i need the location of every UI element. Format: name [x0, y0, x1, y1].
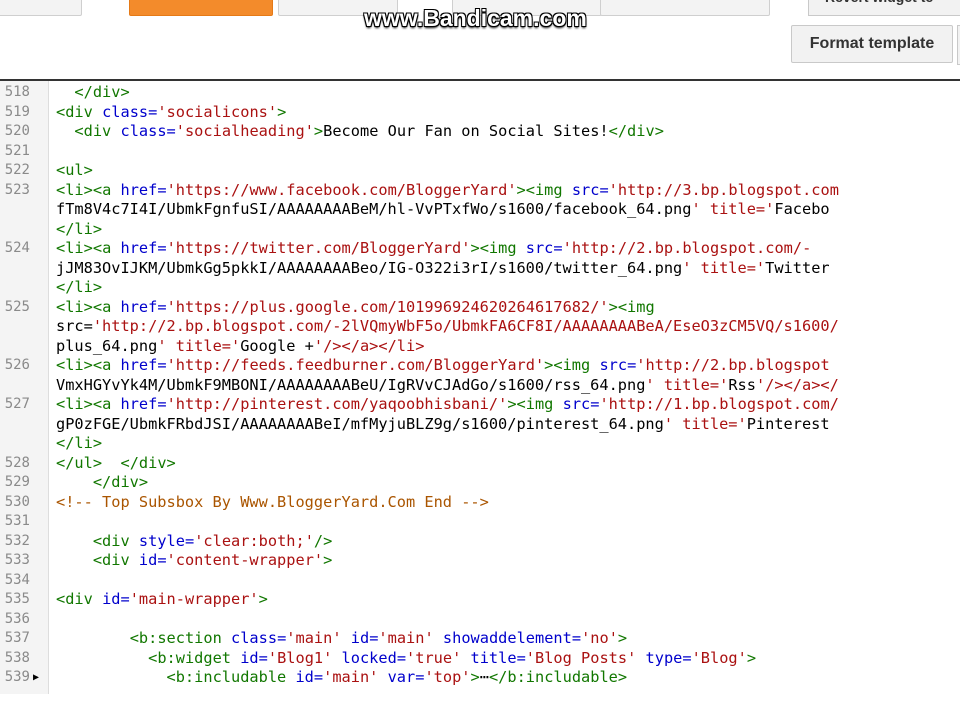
code-line[interactable]: 528 </ul> </div>: [0, 454, 960, 474]
line-number: 538: [4, 649, 30, 666]
line-number: 522: [4, 162, 30, 178]
fold-arrow-icon[interactable]: ▶: [33, 668, 39, 688]
code-text: VmxHGYvYk4M/UbmkF9MBONI/AAAAAAAABeU/IgRV…: [56, 375, 839, 394]
code-text: plus_64.png' title='Google +'/></a></li>: [56, 336, 425, 355]
code-line[interactable]: 529 </div>: [0, 473, 960, 493]
line-number: 537: [4, 630, 30, 646]
code-text: </li>: [56, 278, 103, 296]
code-line[interactable]: 523 <li><a href='https://www.facebook.com…: [0, 181, 960, 201]
save-template-button[interactable]: [129, 0, 273, 16]
code-line[interactable]: 520 <div class='socialheading'>Become Ou…: [0, 122, 960, 142]
toolbar: Revert widget te Format template www.Ban…: [0, 0, 960, 80]
code-line[interactable]: VmxHGYvYk4M/UbmkF9MBONI/AAAAAAAABeU/IgRV…: [0, 376, 960, 396]
code-line[interactable]: 536: [0, 610, 960, 630]
code-text: <b:section class='main' id='main' showad…: [129, 629, 628, 647]
code-line[interactable]: 535 <div id='main-wrapper'>: [0, 590, 960, 610]
code-text: <li><a href='http://feeds.feedburner.com…: [56, 356, 830, 374]
code-text: src='http://2.bp.blogspot.com/-2lVQmyWbF…: [56, 317, 839, 335]
code-text: fTm8V4c7I4I/UbmkFgnfuSI/AAAAAAAABeM/hl-V…: [56, 200, 830, 218]
code-text: </div>: [74, 83, 130, 101]
code-line[interactable]: 538 <b:widget id='Blog1' locked='true' t…: [0, 649, 960, 669]
code-text: <li><a href='https://www.facebook.com/Bl…: [56, 180, 839, 199]
code-text: gP0zFGE/UbmkFRbdJSI/AAAAAAAABeI/mfMyjuBL…: [56, 414, 830, 433]
line-number: 519: [4, 103, 30, 120]
line-number: 525: [4, 298, 30, 315]
code-text: <!-- Top Subsbox By Www.BloggerYard.Com …: [56, 492, 489, 511]
code-line[interactable]: </li>: [0, 434, 960, 454]
line-number: 533: [4, 552, 30, 568]
code-text: <li><a href='https://plus.google.com/101…: [56, 297, 655, 316]
format-template-button[interactable]: Format template: [791, 25, 953, 63]
recorder-watermark: www.Bandicam.com: [364, 5, 587, 31]
page-bottom: [0, 694, 960, 720]
line-number: 526: [4, 357, 30, 373]
code-line[interactable]: 526 <li><a href='http://feeds.feedburner.…: [0, 356, 960, 376]
code-text: <div class='socialicons'>: [56, 102, 287, 121]
code-line[interactable]: jJM83OvIJKM/UbmkGg5pkkI/AAAAAAAABeo/IG-O…: [0, 259, 960, 279]
code-text: <div style='clear:both;'/>: [92, 531, 333, 550]
code-text: </div>: [92, 473, 149, 491]
code-line[interactable]: 521: [0, 142, 960, 162]
code-text: <li><a href='https://twitter.com/Blogger…: [56, 239, 812, 257]
code-line[interactable]: </li>: [0, 278, 960, 298]
code-line[interactable]: 518 </div>: [0, 83, 960, 103]
code-text: <b:includable id='main' var='top'>⋯</b:i…: [166, 668, 628, 686]
code-line[interactable]: 527 <li><a href='http://pinterest.com/yaq…: [0, 395, 960, 415]
code-line[interactable]: fTm8V4c7I4I/UbmkFgnfuSI/AAAAAAAABeM/hl-V…: [0, 200, 960, 220]
code-line[interactable]: gP0zFGE/UbmkFRbdJSI/AAAAAAAABeI/mfMyjuBL…: [0, 415, 960, 435]
code-line[interactable]: plus_64.png' title='Google +'/></a></li>: [0, 337, 960, 357]
code-text: <div id='content-wrapper'>: [92, 551, 333, 569]
line-number: 530: [4, 493, 30, 510]
code-lines: 518 </div> 519 <div class='socialicons'> 52…: [0, 83, 960, 688]
code-text: jJM83OvIJKM/UbmkGg5pkkI/AAAAAAAABeo/IG-O…: [56, 258, 830, 277]
line-number: 535: [4, 591, 30, 607]
code-text: <li><a href='http://pinterest.com/yaqoob…: [56, 395, 839, 413]
code-line[interactable]: 537 <b:section class='main' id='main' sh…: [0, 629, 960, 649]
code-line[interactable]: 532 <div style='clear:both;'/>: [0, 532, 960, 552]
line-number: 518: [4, 84, 30, 100]
line-number: 539: [4, 669, 30, 685]
code-line[interactable]: 519 <div class='socialicons'>: [0, 103, 960, 123]
line-number: 527: [4, 396, 30, 412]
toolbar-button-left[interactable]: [0, 0, 82, 16]
line-number: 528: [4, 454, 30, 471]
code-text: <div id='main-wrapper'>: [56, 590, 268, 608]
toolbar-button-4[interactable]: [600, 0, 770, 16]
code-line[interactable]: src='http://2.bp.blogspot.com/-2lVQmyWbF…: [0, 317, 960, 337]
code-line[interactable]: 534: [0, 571, 960, 591]
line-number: 532: [4, 532, 30, 549]
code-text: <b:widget id='Blog1' locked='true' title…: [148, 648, 757, 667]
code-line[interactable]: 530 <!-- Top Subsbox By Www.BloggerYard.C…: [0, 493, 960, 513]
line-number: 531: [4, 513, 30, 529]
line-number: 524: [4, 240, 30, 256]
line-number: 534: [4, 571, 30, 588]
code-line[interactable]: 524 <li><a href='https://twitter.com/Blog…: [0, 239, 960, 259]
line-number: 521: [4, 142, 30, 159]
line-number: 520: [4, 123, 30, 139]
code-line[interactable]: 531: [0, 512, 960, 532]
line-number: 529: [4, 474, 30, 490]
revert-widget-templates-button[interactable]: Revert widget te: [808, 0, 960, 16]
code-line[interactable]: 522 <ul>: [0, 161, 960, 181]
code-line[interactable]: 533 <div id='content-wrapper'>: [0, 551, 960, 571]
code-text: </ul> </div>: [56, 453, 176, 472]
code-line[interactable]: 539 ▶ <b:includable id='main' var='top'>⋯…: [0, 668, 960, 688]
code-text: <div class='socialheading'>Become Our Fa…: [74, 122, 664, 140]
code-text: </li>: [56, 434, 103, 452]
code-text: </li>: [56, 219, 103, 238]
line-number: 523: [4, 181, 30, 198]
code-text: <ul>: [56, 161, 93, 179]
line-number: 536: [4, 610, 30, 627]
code-editor[interactable]: 518 </div> 519 <div class='socialicons'> 52…: [0, 79, 960, 696]
code-line[interactable]: </li>: [0, 220, 960, 240]
code-line[interactable]: 525 <li><a href='https://plus.google.com/…: [0, 298, 960, 318]
